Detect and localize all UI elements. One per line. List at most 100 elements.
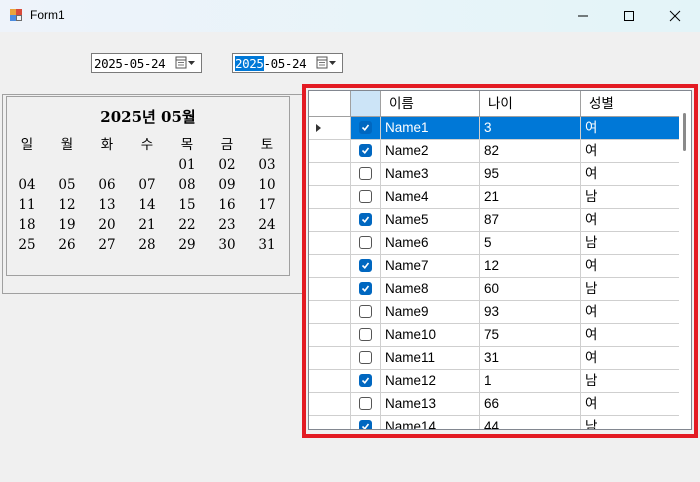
calendar-day[interactable]: 27 [87, 235, 127, 255]
calendar-day[interactable]: 03 [247, 155, 287, 175]
table-row[interactable]: Name9 93 여 [309, 301, 691, 324]
calendar-day[interactable]: 13 [87, 195, 127, 215]
date-picker-1-value[interactable]: 2025-05-24 [94, 56, 166, 71]
gender-cell[interactable]: 남 [581, 278, 681, 300]
close-button[interactable] [652, 0, 698, 32]
age-cell[interactable]: 3 [480, 117, 581, 139]
table-row[interactable]: Name6 5 남 [309, 232, 691, 255]
row-header[interactable] [309, 416, 351, 429]
data-grid[interactable]: 이름 나이 성별 Name1 3 여 Name2 82 여 Name3 95 여 Name4 21 남… [308, 90, 692, 430]
table-row[interactable]: Name12 1 남 [309, 370, 691, 393]
calendar-day[interactable]: 01 [167, 155, 207, 175]
gender-cell[interactable]: 여 [581, 117, 681, 139]
calendar-day[interactable]: 06 [87, 175, 127, 195]
gender-cell[interactable]: 여 [581, 255, 681, 277]
age-cell[interactable]: 95 [480, 163, 581, 185]
unchecked-checkbox[interactable] [359, 167, 372, 180]
row-header[interactable] [309, 140, 351, 162]
table-row[interactable]: Name2 82 여 [309, 140, 691, 163]
name-cell[interactable]: Name4 [381, 186, 480, 208]
scrollbar-thumb[interactable] [683, 113, 686, 151]
age-cell[interactable]: 82 [480, 140, 581, 162]
gender-cell[interactable]: 남 [581, 416, 681, 429]
calendar-day[interactable]: 09 [207, 175, 247, 195]
gender-cell[interactable]: 여 [581, 324, 681, 346]
calendar-day[interactable]: 30 [207, 235, 247, 255]
age-cell[interactable]: 87 [480, 209, 581, 231]
date-picker-1[interactable]: 2025-05-24 [91, 53, 202, 73]
name-cell[interactable]: Name12 [381, 370, 480, 392]
gender-cell[interactable]: 남 [581, 186, 681, 208]
name-cell[interactable]: Name2 [381, 140, 480, 162]
name-cell[interactable]: Name10 [381, 324, 480, 346]
calendar-day[interactable]: 21 [127, 215, 167, 235]
age-cell[interactable]: 5 [480, 232, 581, 254]
check-cell[interactable] [351, 117, 381, 139]
minimize-button[interactable] [560, 0, 606, 32]
check-cell[interactable] [351, 370, 381, 392]
row-header[interactable] [309, 324, 351, 346]
gender-cell[interactable]: 여 [581, 393, 681, 415]
name-cell[interactable]: Name11 [381, 347, 480, 369]
check-cell[interactable] [351, 278, 381, 300]
checked-checkbox[interactable] [359, 259, 372, 272]
age-cell[interactable]: 21 [480, 186, 581, 208]
vertical-scrollbar[interactable] [679, 91, 691, 429]
calendar-day[interactable]: 31 [247, 235, 287, 255]
table-row[interactable]: Name4 21 남 [309, 186, 691, 209]
calendar-day[interactable]: 22 [167, 215, 207, 235]
calendar-day[interactable]: 10 [247, 175, 287, 195]
gender-cell[interactable]: 여 [581, 347, 681, 369]
date-picker-2-value[interactable]: 2025-05-24 [235, 56, 307, 71]
table-row[interactable]: Name7 12 여 [309, 255, 691, 278]
unchecked-checkbox[interactable] [359, 305, 372, 318]
row-header[interactable] [309, 347, 351, 369]
month-calendar[interactable]: 2025년 05월 일 월 화 수 목 금 토 01 02 03 04 05 06 07 08 09 10 11 1… [6, 96, 290, 276]
unchecked-checkbox[interactable] [359, 190, 372, 203]
table-row[interactable]: Name5 87 여 [309, 209, 691, 232]
calendar-day[interactable]: 19 [47, 215, 87, 235]
calendar-day[interactable]: 24 [247, 215, 287, 235]
calendar-day[interactable]: 07 [127, 175, 167, 195]
row-header[interactable] [309, 255, 351, 277]
gender-cell[interactable]: 여 [581, 140, 681, 162]
calendar-day[interactable]: 26 [47, 235, 87, 255]
date-picker-2-selected-year[interactable]: 2025 [235, 56, 264, 71]
name-cell[interactable]: Name6 [381, 232, 480, 254]
gender-cell[interactable]: 여 [581, 163, 681, 185]
calendar-day[interactable]: 08 [167, 175, 207, 195]
calendar-day[interactable]: 11 [7, 195, 47, 215]
table-row[interactable]: Name3 95 여 [309, 163, 691, 186]
date-picker-2[interactable]: 2025-05-24 [232, 53, 343, 73]
calendar-dropdown-icon[interactable] [316, 56, 338, 70]
calendar-day[interactable]: 18 [7, 215, 47, 235]
calendar-day[interactable]: 02 [207, 155, 247, 175]
unchecked-checkbox[interactable] [359, 328, 372, 341]
age-cell[interactable]: 60 [480, 278, 581, 300]
checked-checkbox[interactable] [359, 213, 372, 226]
check-cell[interactable] [351, 163, 381, 185]
calendar-day[interactable]: 17 [247, 195, 287, 215]
calendar-day[interactable]: 23 [207, 215, 247, 235]
name-cell[interactable]: Name1 [381, 117, 480, 139]
check-cell[interactable] [351, 186, 381, 208]
check-cell[interactable] [351, 209, 381, 231]
age-cell[interactable]: 75 [480, 324, 581, 346]
checked-checkbox[interactable] [359, 420, 372, 429]
column-header-check[interactable] [351, 91, 381, 116]
age-cell[interactable]: 66 [480, 393, 581, 415]
row-header[interactable] [309, 393, 351, 415]
calendar-day[interactable]: 16 [207, 195, 247, 215]
check-cell[interactable] [351, 255, 381, 277]
checked-checkbox[interactable] [359, 374, 372, 387]
column-header-name[interactable]: 이름 [381, 91, 480, 116]
name-cell[interactable]: Name7 [381, 255, 480, 277]
age-cell[interactable]: 44 [480, 416, 581, 429]
maximize-button[interactable] [606, 0, 652, 32]
age-cell[interactable]: 1 [480, 370, 581, 392]
name-cell[interactable]: Name14 [381, 416, 480, 429]
gender-cell[interactable]: 남 [581, 232, 681, 254]
calendar-dropdown-icon[interactable] [175, 56, 197, 70]
table-row[interactable]: Name13 66 여 [309, 393, 691, 416]
calendar-day[interactable]: 20 [87, 215, 127, 235]
